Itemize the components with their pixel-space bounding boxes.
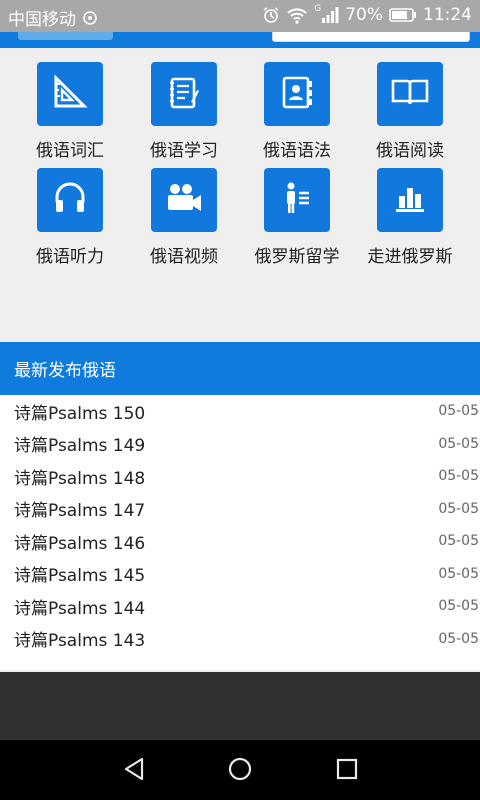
network-type: G [314,4,322,14]
item-title: 诗篇Psalms 144 [14,598,146,619]
category-grammar[interactable]: 俄语语法 [240,62,354,174]
item-title: 诗篇Psalms 143 [14,631,146,652]
battery-icon [389,7,417,23]
app-header [0,32,480,48]
category-video[interactable]: 俄语视频 [127,168,241,280]
item-title: 诗篇Psalms 145 [14,566,146,587]
category-study[interactable]: 俄语学习 [127,62,241,174]
category-label: 走进俄罗斯 [367,247,453,267]
header-title-cutoff [18,32,113,40]
home-circle-icon [227,756,253,786]
notepad-icon [164,72,204,116]
item-title: 诗篇Psalms 146 [14,533,146,554]
status-bar: 中国移动 G 70% 11:24 [0,0,480,32]
footer-band [0,672,480,740]
recents-button[interactable] [330,754,364,788]
clock: 11:24 [423,5,472,25]
category-label: 俄语阅读 [376,141,444,161]
recents-square-icon [335,757,359,785]
latest-section-header: 最新发布俄语 [0,342,480,395]
category-label: 俄语语法 [263,141,331,161]
person-list-icon [277,178,317,222]
carrier-signal-icon [82,10,98,26]
back-button[interactable] [117,754,151,788]
alarm-icon [262,6,280,24]
list-item[interactable]: 诗篇Psalms 149 05-05 [0,428,480,461]
bar-chart-icon [390,178,430,222]
category-listening[interactable]: 俄语听力 [13,168,127,280]
category-grid: 俄语词汇 俄语学习 俄语语法 俄语阅读 俄语听力 俄语视频 俄罗斯留学 走进俄罗… [0,48,480,342]
video-camera-icon [163,178,205,222]
item-date: 05-05 [438,500,479,517]
category-study-abroad[interactable]: 俄罗斯留学 [240,168,354,280]
search-input[interactable] [272,32,470,42]
list-item[interactable]: 诗篇Psalms 147 05-05 [0,493,480,526]
item-title: 诗篇Psalms 150 [14,403,146,424]
category-vocabulary[interactable]: 俄语词汇 [13,62,127,174]
item-title: 诗篇Psalms 149 [14,436,146,457]
category-label: 俄语学习 [150,141,218,161]
item-date: 05-05 [438,565,479,582]
contact-book-icon [277,72,317,116]
category-russia[interactable]: 走进俄罗斯 [353,168,467,280]
category-label: 俄语视频 [150,247,218,267]
wifi-icon [286,6,308,24]
item-date: 05-05 [438,533,479,550]
battery-percent: 70% [345,5,383,25]
latest-list: 诗篇Psalms 150 05-05 诗篇Psalms 149 05-05 诗篇Ps… [0,395,480,670]
category-label: 俄罗斯留学 [254,247,340,267]
system-nav-bar [0,740,480,800]
back-triangle-icon [121,756,147,786]
ruler-triangle-icon [50,72,90,116]
headphones-icon [50,178,90,222]
item-date: 05-05 [438,435,479,452]
list-item[interactable]: 诗篇Psalms 150 05-05 [0,395,480,428]
item-date: 05-05 [438,598,479,615]
item-date: 05-05 [438,403,479,420]
cell-signal-icon: G [314,4,339,24]
item-title: 诗篇Psalms 148 [14,468,146,489]
open-book-icon [389,72,431,116]
list-item[interactable]: 诗篇Psalms 145 05-05 [0,558,480,591]
list-item[interactable]: 诗篇Psalms 143 05-05 [0,623,480,656]
list-item[interactable]: 诗篇Psalms 144 05-05 [0,590,480,623]
category-label: 俄语词汇 [36,141,104,161]
carrier-name: 中国移动 [8,10,76,30]
category-label: 俄语听力 [36,247,104,267]
list-item[interactable]: 诗篇Psalms 146 05-05 [0,525,480,558]
home-button[interactable] [223,754,257,788]
item-date: 05-05 [438,468,479,485]
category-reading[interactable]: 俄语阅读 [353,62,467,174]
list-item[interactable]: 诗篇Psalms 148 05-05 [0,460,480,493]
item-date: 05-05 [438,630,479,647]
item-title: 诗篇Psalms 147 [14,501,146,522]
section-title: 最新发布俄语 [14,361,116,381]
